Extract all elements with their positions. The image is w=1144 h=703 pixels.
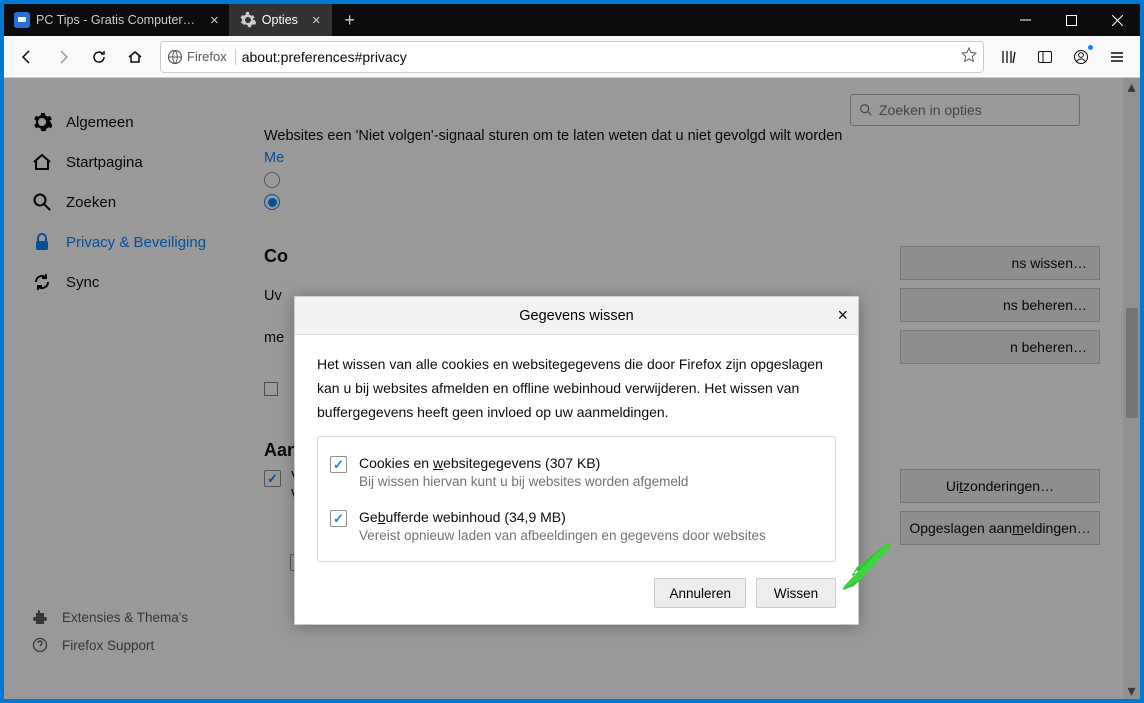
dialog-description: Het wissen van alle cookies en websitege… <box>317 353 836 424</box>
url-text: about:preferences#privacy <box>242 49 955 65</box>
option-cache-label: Gebufferde webinhoud (34,9 MB) <box>359 509 766 525</box>
content-area: Algemeen Startpagina Zoeken Privacy & Be… <box>4 78 1140 699</box>
clear-button[interactable]: Wissen <box>756 578 836 608</box>
clear-data-dialog: Gegevens wissen × Het wissen van alle co… <box>294 296 859 625</box>
new-tab-button[interactable]: + <box>332 4 368 36</box>
option-cache-sub: Vereist opnieuw laden van afbeeldingen e… <box>359 528 766 543</box>
library-icon[interactable] <box>994 42 1024 72</box>
dialog-title: Gegevens wissen <box>519 308 633 324</box>
account-icon[interactable] <box>1066 42 1096 72</box>
pctips-favicon-icon <box>14 12 30 28</box>
option-cookies[interactable]: Cookies en websitegegevens (307 KB) Bij … <box>330 449 823 495</box>
close-window-button[interactable] <box>1094 4 1140 36</box>
url-bar[interactable]: Firefox about:preferences#privacy <box>160 41 984 73</box>
dialog-actions: Annuleren Wissen <box>317 578 836 608</box>
checkbox-cookies[interactable] <box>330 456 347 473</box>
minimize-button[interactable] <box>1002 4 1048 36</box>
menu-icon[interactable] <box>1102 42 1132 72</box>
window-controls <box>1002 4 1140 36</box>
back-button[interactable] <box>12 42 42 72</box>
tab-close-icon[interactable]: × <box>312 12 321 29</box>
reload-button[interactable] <box>84 42 114 72</box>
identity-box[interactable]: Firefox <box>167 49 236 65</box>
option-cookies-sub: Bij wissen hiervan kunt u bij websites w… <box>359 474 688 489</box>
dialog-close-icon[interactable]: × <box>837 305 848 326</box>
tab-strip: PC Tips - Gratis Computer tips × Opties … <box>4 4 1140 36</box>
dialog-options: Cookies en websitegegevens (307 KB) Bij … <box>317 436 836 562</box>
sidebar-icon[interactable] <box>1030 42 1060 72</box>
identity-label: Firefox <box>187 49 227 64</box>
dialog-header: Gegevens wissen × <box>295 297 858 335</box>
cancel-button[interactable]: Annuleren <box>654 578 746 608</box>
checkbox-cache[interactable] <box>330 510 347 527</box>
option-cookies-label: Cookies en websitegegevens (307 KB) <box>359 455 688 471</box>
option-cache[interactable]: Gebufferde webinhoud (34,9 MB) Vereist o… <box>330 503 823 549</box>
tab-label: Opties <box>262 13 298 27</box>
forward-button[interactable] <box>48 42 78 72</box>
nav-toolbar: Firefox about:preferences#privacy <box>4 36 1140 78</box>
bookmark-star-icon[interactable] <box>961 47 977 66</box>
tab-pctips[interactable]: PC Tips - Gratis Computer tips × <box>4 4 230 36</box>
dialog-body: Het wissen van alle cookies en websitege… <box>295 335 858 624</box>
gear-icon <box>240 12 256 28</box>
browser-window: PC Tips - Gratis Computer tips × Opties … <box>4 4 1140 699</box>
maximize-button[interactable] <box>1048 4 1094 36</box>
tab-label: PC Tips - Gratis Computer tips <box>36 13 196 27</box>
tab-options[interactable]: Opties × <box>230 4 332 36</box>
tab-close-icon[interactable]: × <box>210 12 219 29</box>
home-button[interactable] <box>120 42 150 72</box>
